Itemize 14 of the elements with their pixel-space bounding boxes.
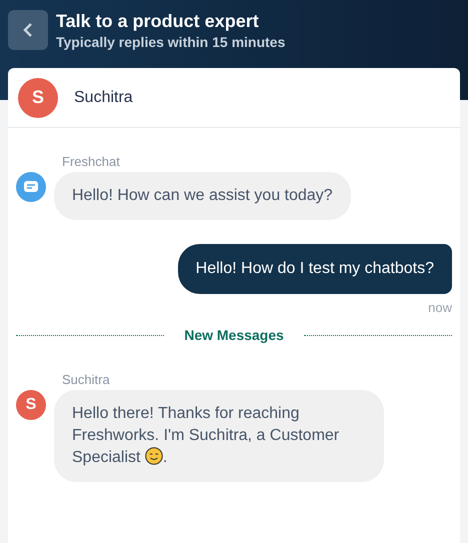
sender-name: Freshchat	[62, 153, 121, 171]
header-title: Talk to a product expert	[56, 10, 260, 32]
message-bubble: Hello! How do I test my chatbots?	[178, 244, 452, 294]
header-subtitle: Typically replies within 15 minutes	[56, 33, 286, 52]
message-time: now	[428, 298, 452, 316]
sender-avatar: S	[16, 390, 46, 420]
back-icon	[23, 23, 33, 37]
agent-name: Suchitra	[74, 88, 133, 108]
message-bubble: Hello! How can we assist you today?	[54, 172, 351, 220]
message-bubble: Hello there! Thanks for reaching Freshworks. I'm Suchitra, a Customer Specialist .	[54, 390, 384, 482]
agent-avatar: S	[18, 78, 58, 118]
back-button[interactable]	[8, 10, 48, 50]
new-messages-label: New Messages	[183, 326, 285, 345]
sender-name: Suchitra	[62, 371, 111, 389]
